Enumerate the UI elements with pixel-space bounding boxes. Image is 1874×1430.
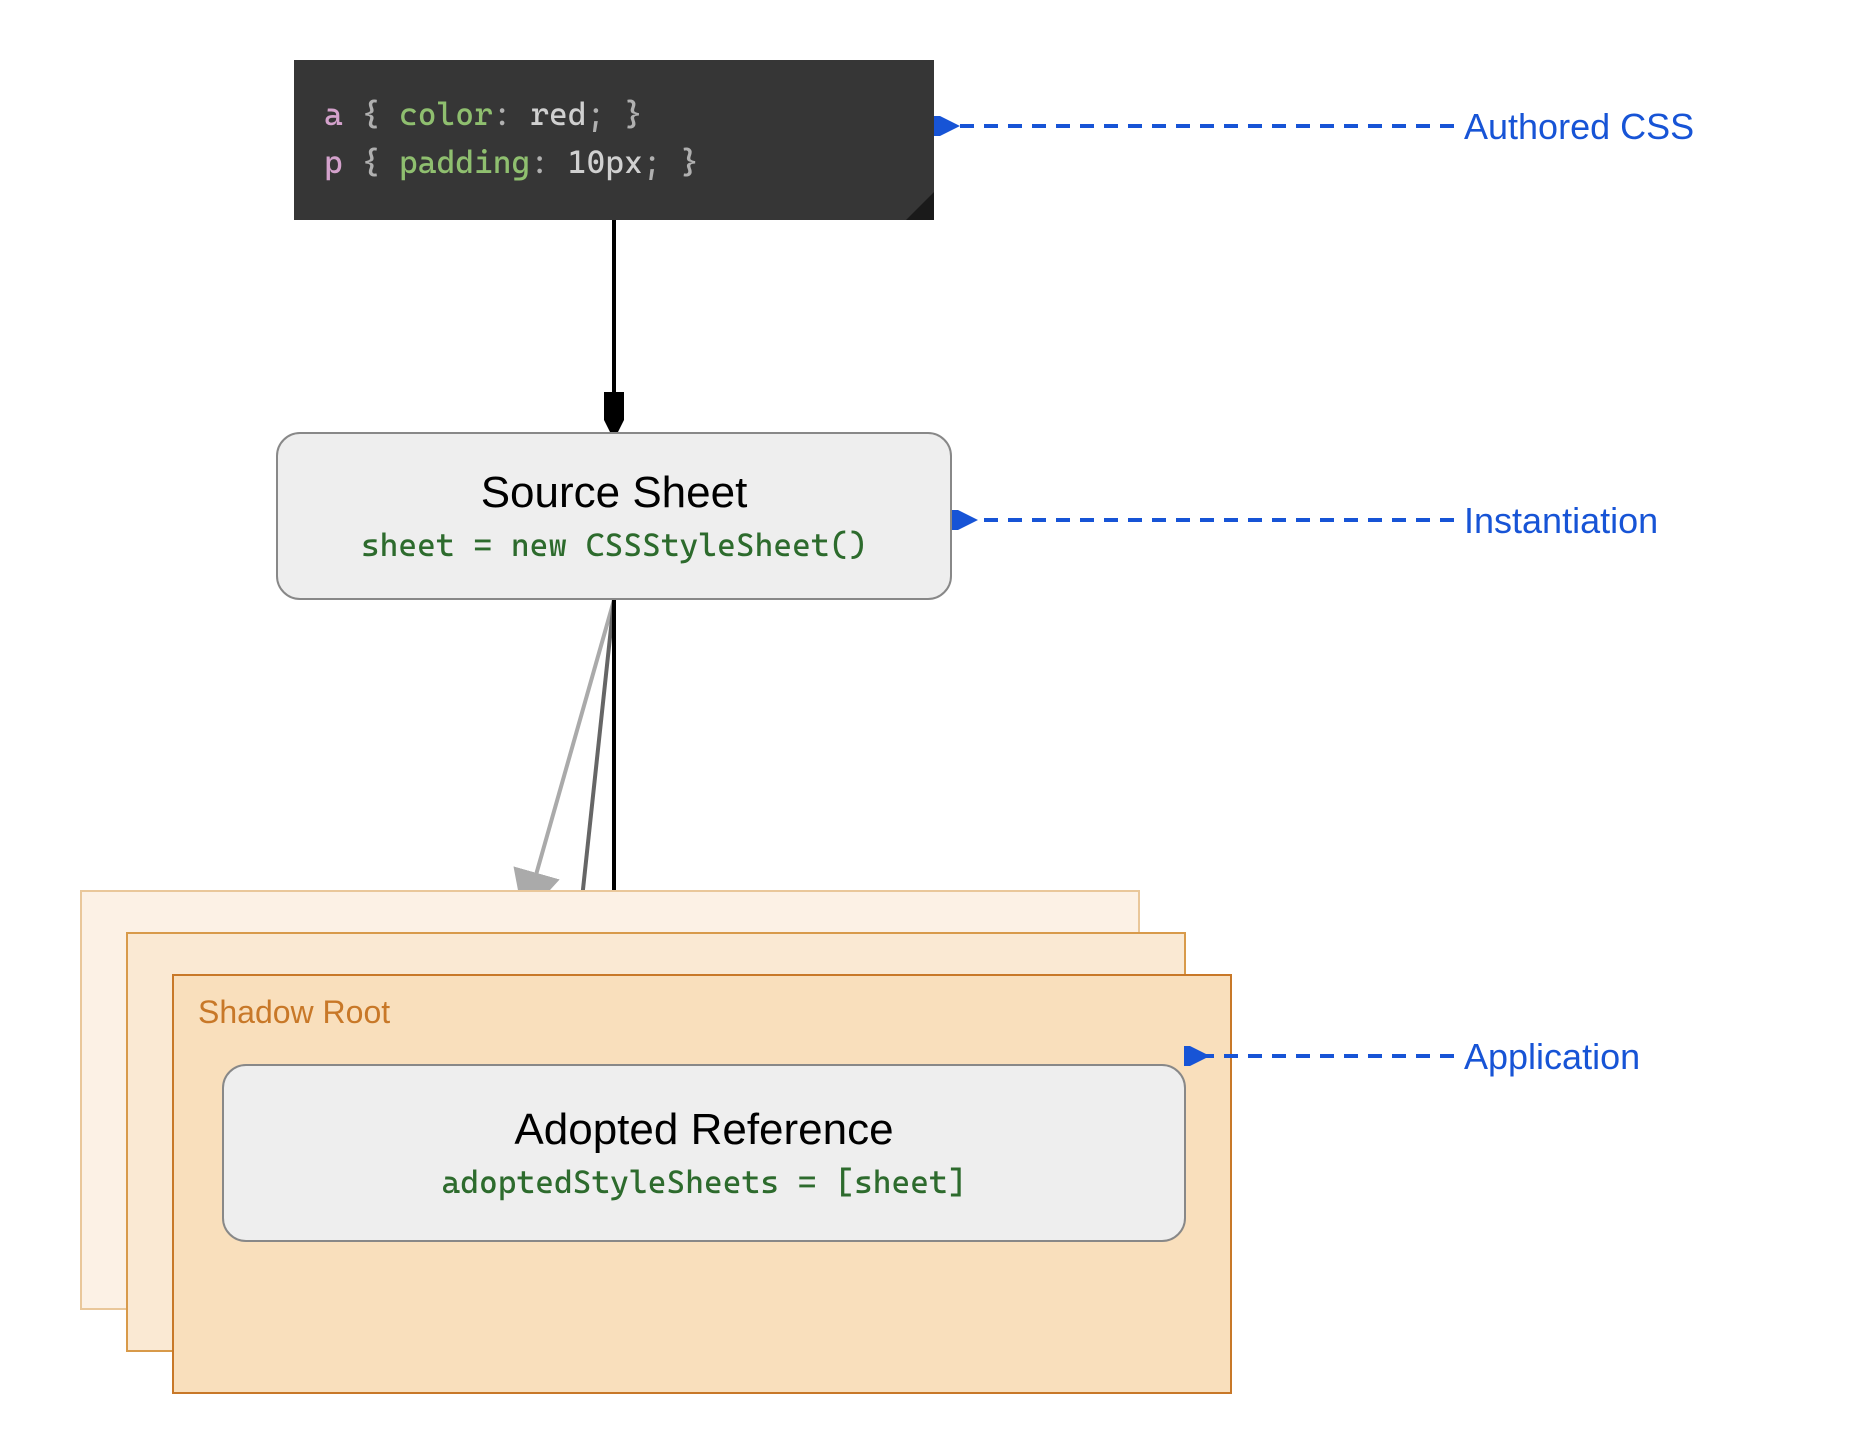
colon: :	[530, 143, 549, 181]
annotation-application: Application	[1464, 1036, 1640, 1078]
source-sheet-box: Source Sheet sheet = new CSSStyleSheet()	[276, 432, 952, 600]
dashed-arrow-icon	[934, 116, 1464, 136]
brace-close: }	[680, 143, 699, 181]
css-property: color	[399, 95, 493, 133]
source-sheet-code: sheet = new CSSStyleSheet()	[361, 526, 867, 564]
annotation-authored-css: Authored CSS	[1464, 106, 1694, 148]
code-line-1: a { color: red; }	[324, 90, 904, 138]
arrow-down-icon	[604, 220, 624, 432]
css-selector: a	[324, 95, 343, 133]
css-property: padding	[399, 143, 530, 181]
shadow-root-stack: Shadow Root Adopted Reference adoptedSty…	[80, 890, 1180, 1350]
css-value: 10px	[568, 143, 643, 181]
adopted-reference-code: adoptedStyleSheets = [sheet]	[442, 1163, 967, 1201]
css-selector: p	[324, 143, 343, 181]
brace-open: {	[362, 143, 381, 181]
annotation-instantiation: Instantiation	[1464, 500, 1658, 542]
authored-css-code-block: a { color: red; } p { padding: 10px; }	[294, 60, 934, 220]
semicolon: ;	[587, 95, 606, 133]
colon: :	[493, 95, 512, 133]
code-line-2: p { padding: 10px; }	[324, 138, 904, 186]
diagram-container: a { color: red; } p { padding: 10px; }	[40, 40, 1834, 1390]
brace-close: }	[624, 95, 643, 133]
brace-open: {	[362, 95, 381, 133]
adopted-reference-title: Adopted Reference	[514, 1105, 893, 1155]
css-value: red	[530, 95, 586, 133]
shadow-root-front: Shadow Root Adopted Reference adoptedSty…	[172, 974, 1232, 1394]
adopted-reference-box: Adopted Reference adoptedStyleSheets = […	[222, 1064, 1186, 1242]
semicolon: ;	[643, 143, 662, 181]
source-sheet-title: Source Sheet	[481, 468, 748, 518]
dashed-arrow-icon	[952, 510, 1464, 530]
shadow-root-label: Shadow Root	[198, 994, 390, 1031]
